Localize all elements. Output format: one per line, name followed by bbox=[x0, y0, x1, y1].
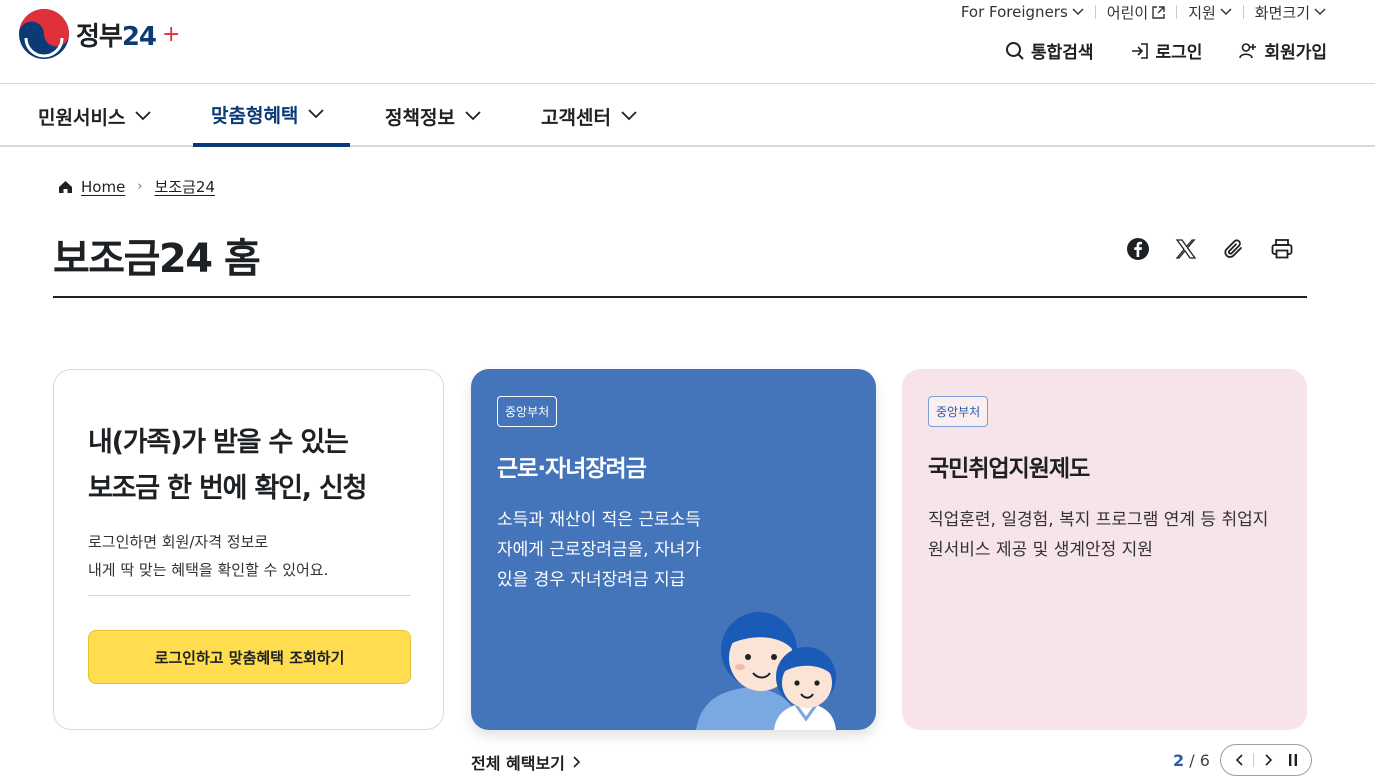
chevron-down-icon bbox=[1072, 8, 1084, 16]
pause-icon bbox=[1288, 754, 1297, 766]
site-header: 정부24 + For Foreigners 어린이 지원 화면크기 통합검색 로… bbox=[0, 0, 1375, 84]
gnb-item-customer-center[interactable]: 고객센터 bbox=[541, 85, 637, 147]
util-kids[interactable]: 어린이 bbox=[1096, 2, 1176, 22]
headline-line: 내(가족)가 받을 수 있는 bbox=[88, 427, 349, 458]
chevron-right-icon bbox=[573, 756, 581, 768]
util-font-size[interactable]: 화면크기 bbox=[1244, 2, 1337, 22]
breadcrumb: Home › 보조금24 bbox=[58, 176, 215, 197]
gnb-item-policy-info[interactable]: 정책정보 bbox=[385, 85, 481, 147]
printer-icon bbox=[1271, 239, 1293, 259]
chevron-right-icon bbox=[1264, 754, 1272, 766]
header-actions: 통합검색 로그인 회원가입 bbox=[1005, 38, 1327, 63]
logo-wordmark: 정부24 bbox=[76, 21, 157, 52]
add-user-icon bbox=[1239, 42, 1257, 58]
search-button[interactable]: 통합검색 bbox=[1005, 38, 1094, 63]
login-button[interactable]: 로그인 bbox=[1130, 38, 1203, 63]
benefit-card-title: 근로·자녀장려금 bbox=[497, 456, 647, 482]
benefit-card-description: 직업훈련, 일경험, 복지 프로그램 연계 등 취업지원서비스 제공 및 생계안… bbox=[928, 510, 1269, 560]
chevron-down-icon bbox=[135, 111, 152, 121]
chevron-down-icon bbox=[1314, 8, 1326, 16]
gnb-label: 민원서비스 bbox=[38, 106, 126, 129]
gnb-label: 정책정보 bbox=[385, 106, 455, 129]
next-slide-button[interactable] bbox=[1259, 750, 1279, 770]
desc-line: 내게 딱 맞는 혜택을 확인할 수 있어요. bbox=[88, 561, 329, 579]
chevron-down-icon bbox=[621, 111, 637, 121]
headline-line: 보조금 한 번에 확인, 신청 bbox=[88, 473, 367, 504]
benefit-card-earned-income[interactable]: 중앙부처 근로·자녀장려금 소득과 재산이 적은 근로소득자에게 근로장려금을,… bbox=[471, 369, 876, 730]
gnb-label: 맞춤형혜택 bbox=[211, 104, 299, 127]
carousel-controls bbox=[1219, 744, 1312, 776]
desc-line: 로그인하면 회원/자격 정보로 bbox=[88, 533, 269, 551]
chevron-down-icon bbox=[465, 111, 481, 121]
paperclip-icon bbox=[1224, 239, 1242, 258]
search-icon bbox=[1005, 41, 1024, 60]
search-label: 통합검색 bbox=[1030, 43, 1094, 63]
agency-badge: 중앙부처 bbox=[497, 396, 558, 427]
login-lookup-button[interactable]: 로그인하고 맞춤혜택 조회하기 bbox=[88, 630, 411, 684]
chevron-down-icon bbox=[308, 109, 325, 119]
util-label: 지원 bbox=[1188, 3, 1216, 22]
view-all-label: 전체 혜택보기 bbox=[471, 754, 565, 773]
benefit-card-title: 국민취업지원제도 bbox=[928, 456, 1090, 482]
gnb-item-civil-services[interactable]: 민원서비스 bbox=[38, 85, 152, 147]
util-label: For Foreigners bbox=[960, 3, 1068, 21]
share-tools bbox=[1125, 236, 1295, 262]
breadcrumb-current-link[interactable]: 보조금24 bbox=[155, 176, 216, 197]
logo-plus-mark: + bbox=[162, 21, 181, 47]
page-title: 보조금24 홈 bbox=[53, 236, 261, 282]
util-for-foreigners[interactable]: For Foreigners bbox=[950, 2, 1095, 22]
agency-badge: 중앙부처 bbox=[928, 396, 989, 427]
taegeuk-emblem-icon bbox=[19, 9, 69, 59]
login-label: 로그인 bbox=[1155, 43, 1203, 63]
home-icon bbox=[59, 180, 72, 193]
signup-button[interactable]: 회원가입 bbox=[1238, 38, 1327, 63]
prev-slide-button[interactable] bbox=[1229, 750, 1249, 770]
print-button[interactable] bbox=[1269, 236, 1295, 262]
facebook-share-button[interactable] bbox=[1125, 236, 1151, 262]
login-benefit-card: 내(가족)가 받을 수 있는 보조금 한 번에 확인, 신청 로그인하면 회원/… bbox=[53, 369, 444, 730]
divider bbox=[1253, 753, 1255, 767]
util-label: 화면크기 bbox=[1254, 3, 1310, 22]
chevron-right-icon: › bbox=[137, 179, 143, 194]
x-logo-icon bbox=[1175, 239, 1197, 259]
page-total: / 6 bbox=[1189, 750, 1210, 770]
x-share-button[interactable] bbox=[1173, 236, 1199, 262]
utility-menu: For Foreigners 어린이 지원 화면크기 bbox=[950, 2, 1337, 22]
signup-label: 회원가입 bbox=[1264, 43, 1327, 63]
chevron-down-icon bbox=[1220, 8, 1232, 16]
chevron-left-icon bbox=[1235, 754, 1243, 766]
gnb-item-custom-benefits[interactable]: 맞춤형혜택 bbox=[193, 85, 350, 147]
login-card-headline: 내(가족)가 받을 수 있는 보조금 한 번에 확인, 신청 bbox=[88, 420, 367, 512]
benefit-card-employment-support[interactable]: 중앙부처 국민취업지원제도 직업훈련, 일경험, 복지 프로그램 연계 등 취업… bbox=[902, 369, 1307, 730]
util-support[interactable]: 지원 bbox=[1177, 2, 1243, 22]
login-icon bbox=[1131, 42, 1148, 59]
external-link-icon bbox=[1152, 5, 1165, 19]
divider bbox=[88, 595, 411, 596]
copy-link-button[interactable] bbox=[1221, 236, 1247, 262]
util-label: 어린이 bbox=[1106, 3, 1149, 22]
facebook-icon bbox=[1127, 238, 1149, 260]
title-divider bbox=[53, 296, 1307, 298]
view-all-benefits-link[interactable]: 전체 혜택보기 bbox=[471, 750, 581, 774]
gnb-label: 고객센터 bbox=[541, 106, 611, 129]
pause-slide-button[interactable] bbox=[1283, 750, 1303, 770]
global-nav: 민원서비스 맞춤형혜택 정책정보 고객센터 bbox=[0, 85, 1375, 147]
parent-child-illustration bbox=[696, 612, 836, 730]
breadcrumb-home-link[interactable]: Home bbox=[81, 178, 125, 196]
benefit-card-description: 소득과 재산이 적은 근로소득자에게 근로장려금을, 자녀가 있을 경우 자녀장… bbox=[497, 510, 701, 590]
login-card-description: 로그인하면 회원/자격 정보로 내게 딱 맞는 혜택을 확인할 수 있어요. bbox=[88, 528, 328, 584]
carousel-pager: 2 / 6 bbox=[1173, 744, 1312, 776]
site-logo[interactable]: 정부24 + bbox=[18, 8, 180, 60]
page-current: 2 bbox=[1173, 750, 1185, 770]
